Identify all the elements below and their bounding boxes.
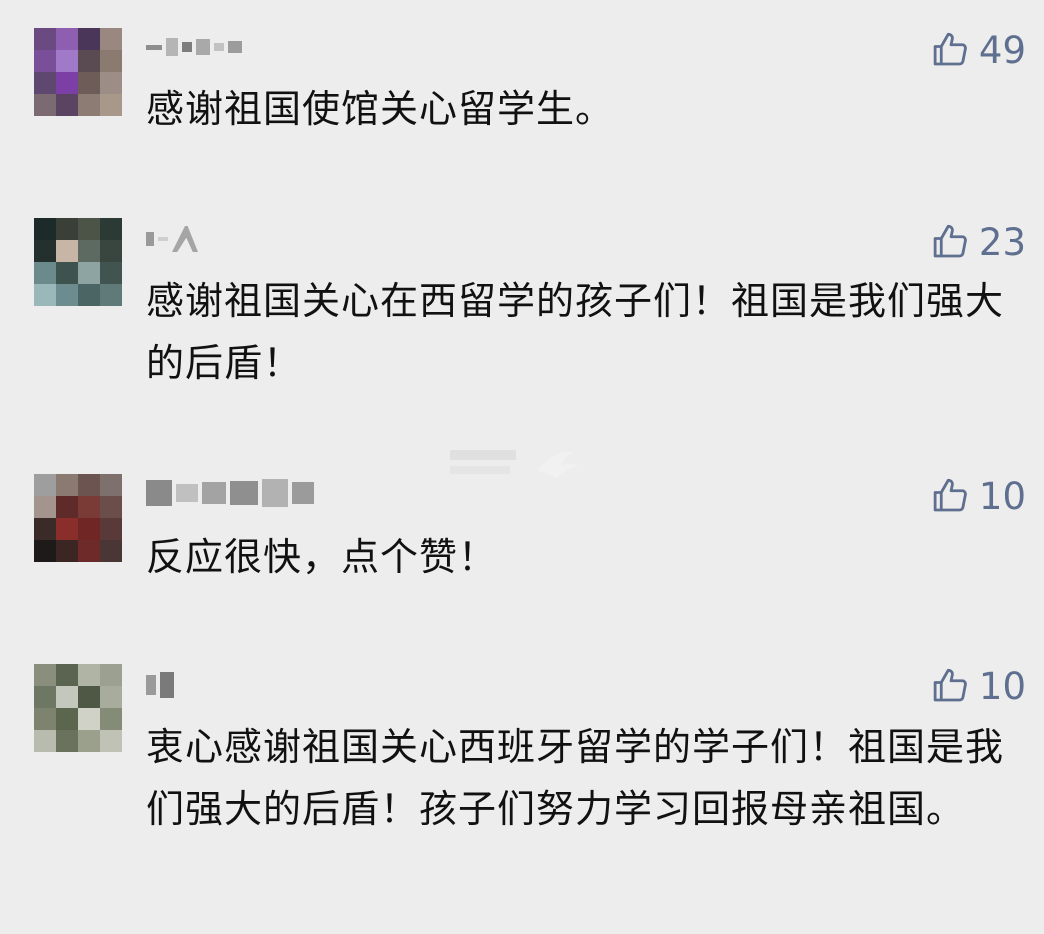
- thumbs-up-icon: [933, 478, 967, 512]
- username[interactable]: [146, 224, 198, 254]
- comment-text: 感谢祖国关心在西留学的孩子们！祖国是我们强大的后盾！: [146, 279, 1005, 385]
- thumbs-up-icon: [933, 668, 967, 702]
- thumbs-up-icon: [933, 32, 967, 66]
- like-count: 10: [978, 664, 1026, 708]
- like-count: 23: [978, 220, 1026, 264]
- comment-text: 感谢祖国使馆关心留学生。: [146, 87, 615, 131]
- like-button[interactable]: 10: [929, 662, 1026, 710]
- like-button[interactable]: 49: [929, 26, 1026, 74]
- comment-text: 反应很快，点个赞！: [146, 535, 498, 579]
- watermark: [448, 440, 598, 490]
- username[interactable]: [146, 478, 314, 508]
- avatar[interactable]: [34, 664, 122, 752]
- avatar[interactable]: [34, 28, 122, 116]
- thumbs-up-icon: [933, 224, 967, 258]
- like-button[interactable]: 10: [929, 472, 1026, 520]
- username[interactable]: [146, 670, 174, 700]
- comment-text: 衷心感谢祖国关心西班牙留学的学子们！祖国是我们强大的后盾！孩子们努力学习回报母亲…: [146, 725, 1005, 831]
- avatar[interactable]: [34, 218, 122, 306]
- like-count: 10: [978, 474, 1026, 518]
- like-button[interactable]: 23: [929, 218, 1026, 266]
- like-count: 49: [978, 28, 1026, 72]
- username[interactable]: [146, 32, 242, 62]
- avatar[interactable]: [34, 474, 122, 562]
